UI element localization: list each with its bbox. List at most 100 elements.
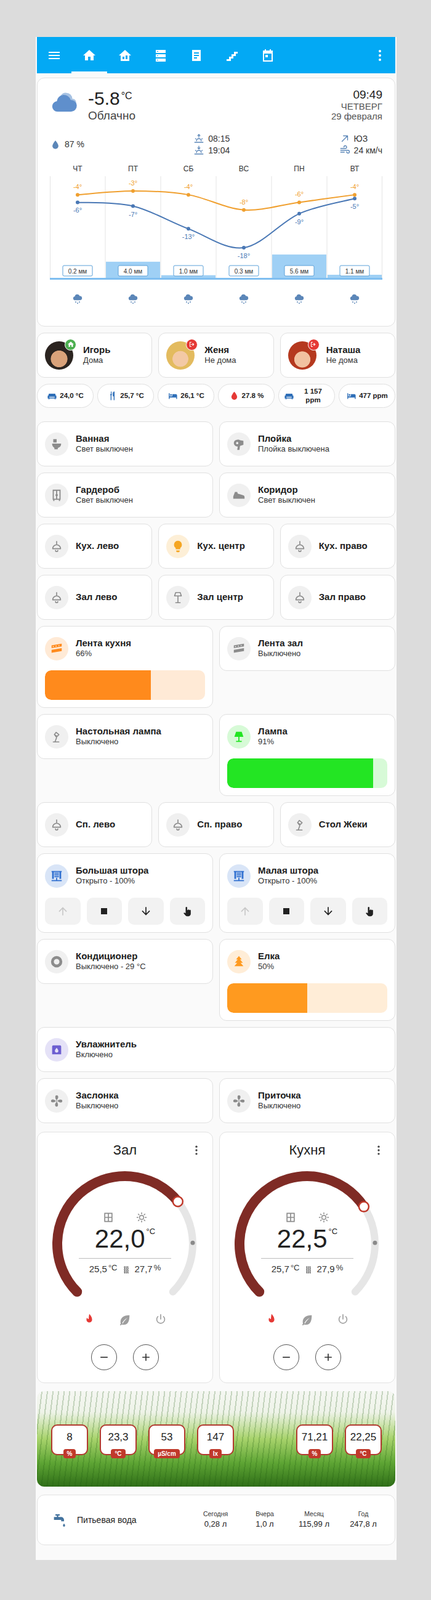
device-tile[interactable]: Кух. лево: [36, 523, 153, 569]
sensor-chip[interactable]: 24,0 °C: [36, 383, 94, 408]
tile-icon-badge[interactable]: [44, 949, 69, 973]
device-tile[interactable]: КоридорСвет выключен: [219, 472, 396, 518]
increase-button[interactable]: [315, 1343, 342, 1370]
up-button[interactable]: [227, 897, 263, 925]
plant-badge[interactable]: 22,25°C: [344, 1423, 382, 1458]
decrease-button[interactable]: [91, 1343, 117, 1370]
view-tab[interactable]: [142, 36, 179, 74]
device-tile[interactable]: Лента кухня66%: [36, 625, 214, 708]
more-button[interactable]: [364, 36, 396, 74]
sensor-chip[interactable]: 27.8 %: [217, 383, 275, 408]
brightness-slider[interactable]: [227, 982, 388, 1013]
water-card[interactable]: Питьевая водаСегодня0,28 лВчера1,0 лМеся…: [36, 1493, 396, 1545]
device-tile[interactable]: ПлойкаПлойка выключена: [219, 421, 396, 467]
tile-icon-badge[interactable]: [44, 1037, 69, 1061]
view-tab[interactable]: [178, 36, 215, 74]
stop-button[interactable]: [86, 897, 123, 925]
plant-badge[interactable]: 8%: [51, 1423, 89, 1458]
device-tile[interactable]: ПриточкаВыключено: [219, 1077, 396, 1123]
mode-button[interactable]: [264, 1312, 279, 1330]
tile-icon-badge[interactable]: [166, 534, 190, 558]
view-tab[interactable]: [107, 36, 143, 74]
device-tile[interactable]: ВаннаяСвет выключен: [36, 421, 214, 467]
device-tile[interactable]: Зал центр: [158, 574, 274, 620]
decrease-button[interactable]: [273, 1343, 300, 1370]
brightness-slider[interactable]: [44, 669, 206, 700]
tile-icon-badge[interactable]: [288, 534, 312, 558]
view-tab[interactable]: [249, 36, 286, 74]
tile-icon-badge[interactable]: [44, 534, 69, 558]
menu-button[interactable]: [36, 36, 72, 74]
tile-icon-badge[interactable]: [288, 812, 312, 837]
device-tile[interactable]: Малая штораОткрыто - 100%: [219, 852, 396, 933]
tile-icon-badge[interactable]: [166, 585, 190, 609]
tile-icon-badge[interactable]: [227, 432, 251, 456]
mode-button[interactable]: [118, 1312, 132, 1330]
down-button[interactable]: [128, 897, 164, 925]
device-tile[interactable]: Сп. право: [158, 801, 274, 847]
mode-button[interactable]: [82, 1312, 97, 1330]
sensor-chip[interactable]: 477 ppm: [338, 383, 396, 408]
down-button[interactable]: [310, 897, 347, 925]
tile-icon-badge[interactable]: [44, 724, 69, 749]
tile-icon-badge[interactable]: [227, 483, 251, 507]
thermostat-dial[interactable]: 22,0°C25,5°C27,7%: [44, 1164, 206, 1310]
view-tab[interactable]: [71, 36, 108, 74]
tile-icon-badge[interactable]: [44, 585, 69, 609]
device-tile[interactable]: Настольная лампаВыключено: [36, 713, 214, 759]
tile-icon-badge[interactable]: [166, 812, 190, 837]
brightness-slider[interactable]: [227, 757, 388, 788]
device-tile[interactable]: КондиционерВыключено - 29 °C: [36, 938, 214, 984]
device-tile[interactable]: ЗаслонкаВыключено: [36, 1077, 214, 1123]
weather-card[interactable]: -5.8°CОблачно09:49ЧЕТВЕРГ29 февраля87 %0…: [36, 77, 396, 327]
tilt-button[interactable]: [352, 897, 388, 925]
mode-button[interactable]: [153, 1312, 168, 1330]
tile-icon-badge[interactable]: [227, 636, 251, 661]
tile-icon-badge[interactable]: [227, 949, 251, 973]
tile-icon-badge[interactable]: [44, 483, 69, 507]
device-tile[interactable]: Большая штораОткрыто - 100%: [36, 852, 214, 933]
plant-badge[interactable]: 53µS/cm: [148, 1423, 186, 1458]
stop-icon: [280, 904, 293, 917]
person-card[interactable]: ИгорьДома: [36, 332, 153, 378]
increase-button[interactable]: [132, 1343, 159, 1370]
mode-button[interactable]: [336, 1312, 350, 1330]
tile-icon-badge[interactable]: [227, 863, 251, 888]
device-tile[interactable]: Кух. право: [280, 523, 396, 569]
sensor-chip[interactable]: 1 157 ppm: [278, 383, 335, 408]
device-tile[interactable]: ГардеробСвет выключен: [36, 472, 214, 518]
view-tab[interactable]: [214, 36, 250, 74]
mode-button[interactable]: [300, 1312, 315, 1330]
device-tile[interactable]: Кух. центр: [158, 523, 274, 569]
plant-card[interactable]: 8% 23,3°C 53µS/cm 147lx 71,21% 22,25°C: [36, 1390, 396, 1486]
person-card[interactable]: ЖеняНе дома: [158, 332, 274, 378]
device-tile[interactable]: УвлажнительВключено: [36, 1026, 396, 1072]
plant-badge[interactable]: 71,21%: [296, 1423, 334, 1458]
thermostat-menu-button[interactable]: [187, 1140, 206, 1159]
sensor-chip[interactable]: 26,1 °C: [157, 383, 215, 408]
tile-icon-badge[interactable]: [44, 812, 69, 837]
sensor-chip[interactable]: 25,7 °C: [97, 383, 154, 408]
tilt-button[interactable]: [169, 897, 206, 925]
tile-icon-badge[interactable]: [288, 585, 312, 609]
tile-icon-badge[interactable]: [44, 863, 69, 888]
tile-icon-badge[interactable]: [44, 432, 69, 456]
plant-badge[interactable]: 147lx: [197, 1423, 234, 1458]
device-tile[interactable]: Сп. лево: [36, 801, 153, 847]
thermostat-dial[interactable]: 22,5°C25,7°C27,9%: [227, 1164, 388, 1310]
tile-icon-badge[interactable]: [227, 1088, 251, 1112]
tile-icon-badge[interactable]: [44, 636, 69, 661]
device-tile[interactable]: Стол Жеки: [280, 801, 396, 847]
device-tile[interactable]: Лампа91%: [219, 713, 396, 796]
tile-icon-badge[interactable]: [44, 1088, 69, 1112]
device-tile[interactable]: Елка50%: [219, 938, 396, 1021]
tile-icon-badge[interactable]: [227, 724, 251, 749]
device-tile[interactable]: Зал право: [280, 574, 396, 620]
device-tile[interactable]: Лента залВыключено: [219, 625, 396, 671]
stop-button[interactable]: [269, 897, 305, 925]
person-card[interactable]: НаташаНе дома: [280, 332, 396, 378]
thermostat-menu-button[interactable]: [370, 1140, 388, 1159]
plant-badge[interactable]: 23,3°C: [99, 1423, 137, 1458]
device-tile[interactable]: Зал лево: [36, 574, 153, 620]
up-button[interactable]: [44, 897, 81, 925]
